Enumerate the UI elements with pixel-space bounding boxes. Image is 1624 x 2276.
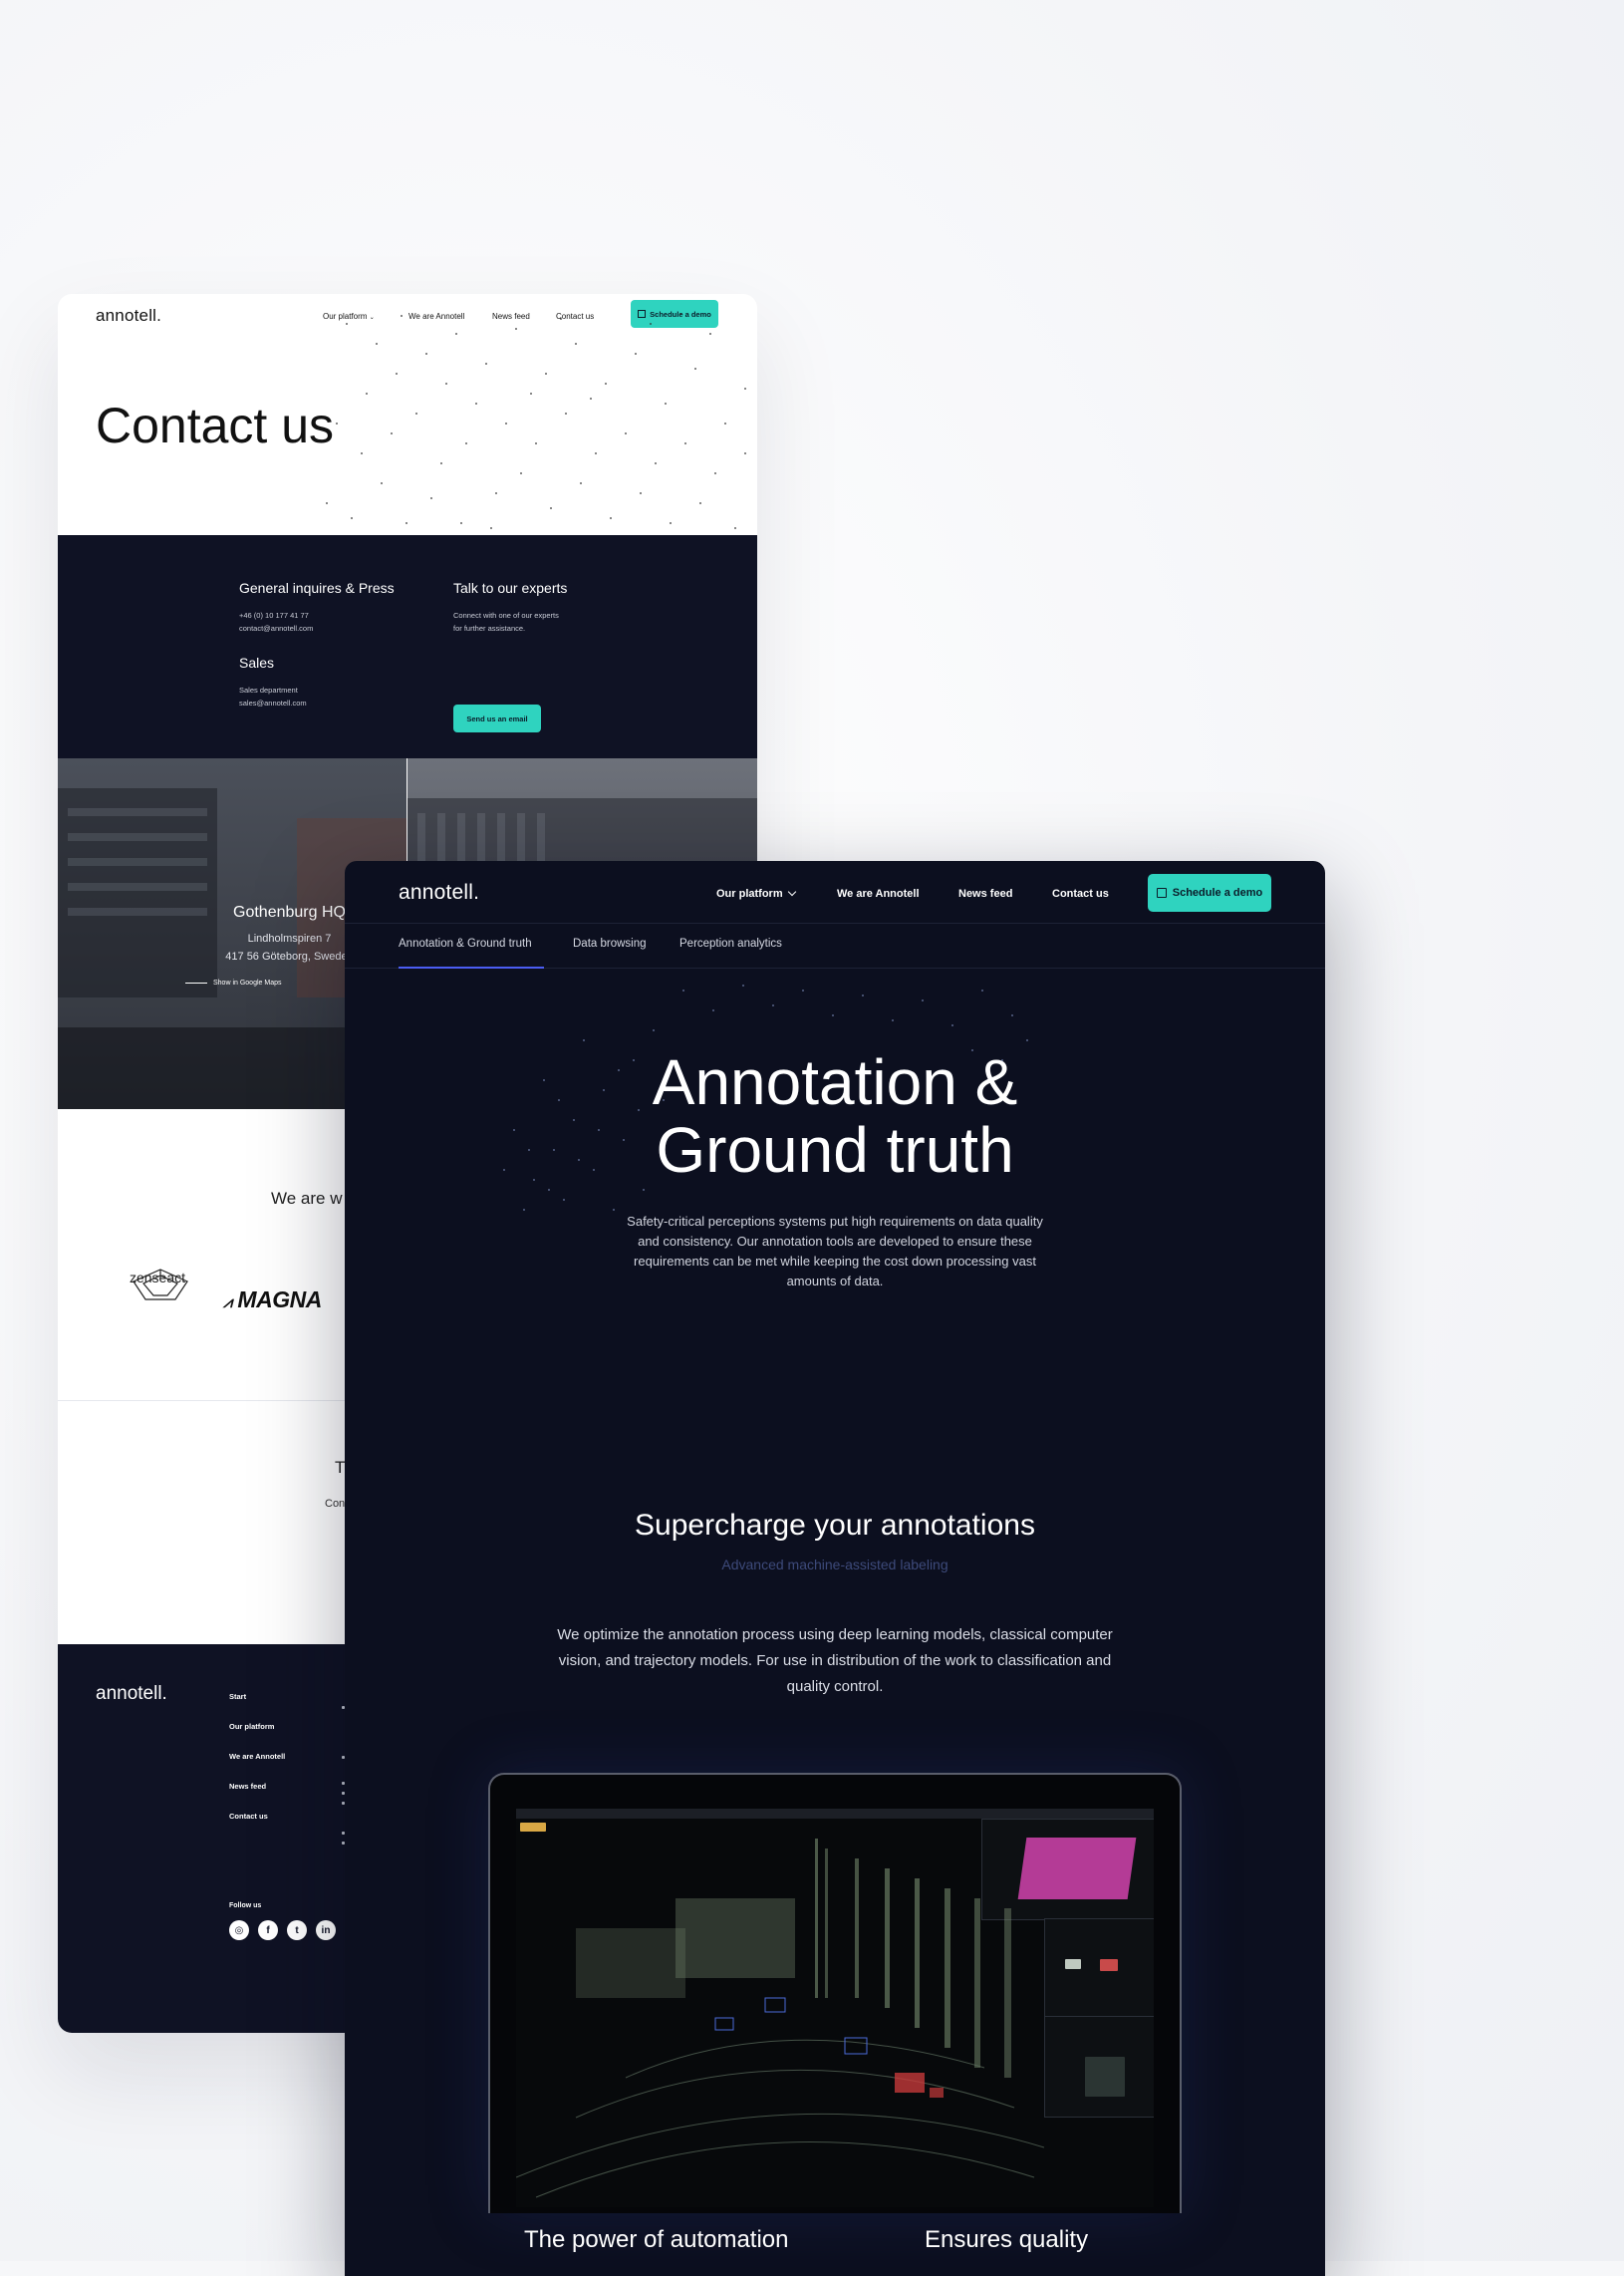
nav-our-platform[interactable]: Our platform [716,887,796,900]
instagram-icon[interactable]: ◎ [229,1920,249,1940]
footer-link-our-platform[interactable]: Our platform [229,1722,274,1731]
schedule-demo-button[interactable]: Schedule a demo [1148,874,1271,912]
general-inquiries-heading: General inquires & Press [239,580,395,596]
tab-perception-analytics[interactable]: Perception analytics [679,938,782,950]
camera-view-middle [1044,1918,1154,2018]
ensures-quality-heading: Ensures quality [925,2226,1089,2253]
particle-cloud-light [326,313,746,529]
experts-line-2: for further assistance. [453,624,526,633]
footer-link-start[interactable]: Start [229,1692,246,1701]
nav-we-are-annotell[interactable]: We are Annotell [837,888,920,900]
contact-info-section [58,535,757,758]
arrow-right-icon [185,983,207,984]
hero-paragraph: Safety-critical perceptions systems put … [627,1214,1043,1288]
active-tab-indicator [399,967,544,969]
contact-page-title: Contact us [96,398,335,453]
section-heading: Supercharge your annotations [635,1509,1035,1542]
tab-data-browsing[interactable]: Data browsing [573,938,647,950]
section-paragraph: We optimize the annotation process using… [557,1626,1113,1695]
annotation-page-screenshot: annotell. Our platform We are Annotell N… [345,861,1325,2276]
nav-divider [345,923,1325,924]
hero-title: Annotation & Ground truth [652,1046,1018,1186]
footer-logo[interactable]: annotell. [96,1683,167,1705]
google-maps-link[interactable]: Show in Google Maps [185,980,281,987]
laptop-mockup [488,1773,1182,2213]
twitter-icon[interactable]: t [287,1920,307,1940]
power-of-automation-heading: The power of automation [524,2226,789,2253]
lidar-point-cloud [516,1839,1044,2198]
tab-annotation-ground-truth[interactable]: Annotation & Ground truth [399,938,532,950]
annotation-tool-screenshot [516,1809,1154,2207]
magna-logo: ⩘ MAGNA [223,1286,322,1312]
nav-contact-us[interactable]: Contact us [1052,888,1109,900]
tool-toolbar [516,1809,1154,1819]
general-email[interactable]: contact@annotell.com [239,622,313,635]
linkedin-icon[interactable]: in [316,1920,336,1940]
talk-heading-fragment: T [335,1458,346,1477]
send-email-button[interactable]: Send us an email [453,705,541,732]
experts-line-1: Connect with one of our experts [453,611,559,620]
follow-us-label: Follow us [229,1902,262,1909]
chevron-down-icon [787,887,796,897]
footer-link-news-feed[interactable]: News feed [229,1782,266,1791]
section-subheading: Advanced machine-assisted labeling [721,1557,948,1572]
experts-heading: Talk to our experts [453,580,568,596]
facebook-icon[interactable]: f [258,1920,278,1940]
nav-news-feed[interactable]: News feed [958,888,1012,900]
contact-logo[interactable]: annotell. [96,306,161,326]
partners-heading: We are w [271,1189,343,1208]
sales-email[interactable]: sales@annotell.com [239,697,307,710]
connect-text-fragment: Con [325,1498,346,1510]
annotation-logo[interactable]: annotell. [399,881,479,905]
zenseact-logo: zenseact [129,1270,186,1285]
sales-heading: Sales [239,655,275,671]
general-phone[interactable]: +46 (0) 10 177 41 77 [239,609,309,622]
sales-department: Sales department [239,686,298,695]
camera-view-bottom [1044,2016,1154,2118]
calendar-icon [1156,888,1167,898]
footer-link-we-are-annotell[interactable]: We are Annotell [229,1752,285,1761]
footer-link-contact-us[interactable]: Contact us [229,1812,268,1821]
